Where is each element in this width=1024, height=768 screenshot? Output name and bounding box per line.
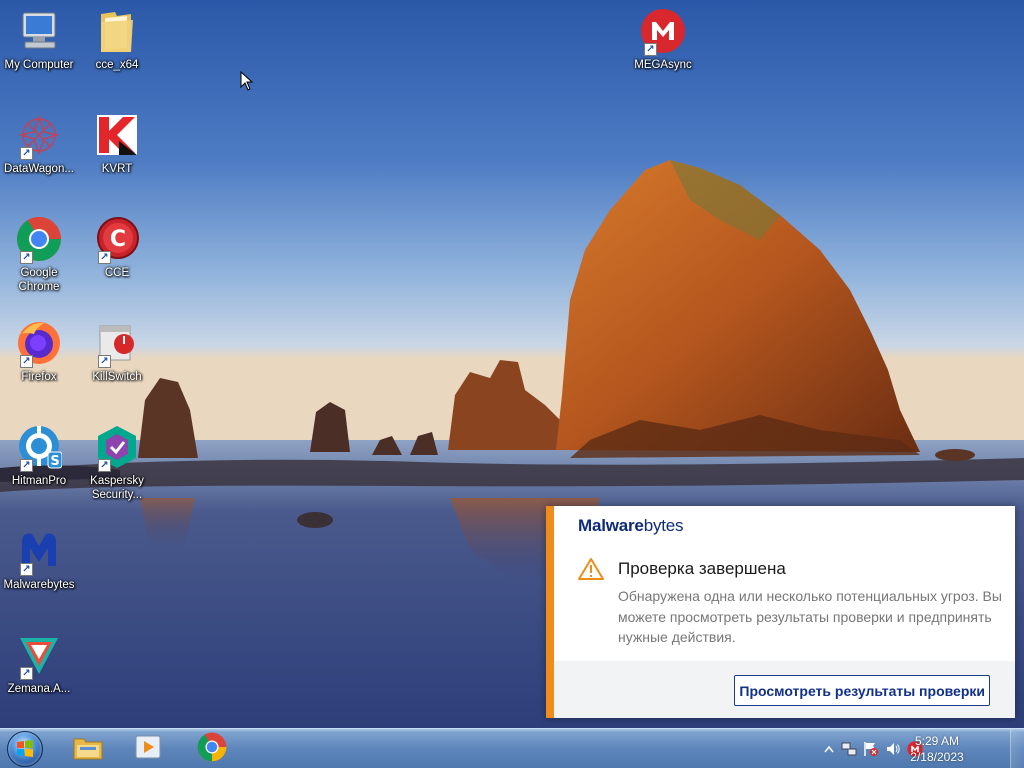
desktop-icon-megasync[interactable]: ↗ MEGAsync [624,6,702,72]
kaspersky-icon: ↗ [92,422,142,472]
desktop-icon-firefox[interactable]: ↗ Firefox [0,318,78,384]
desktop-icon-datawagon[interactable]: ↗ DataWagon... [0,110,78,176]
windows-logo-icon [7,731,43,767]
malwarebytes-notification: Malwarebytes Проверка завершена Обнаруже… [546,506,1015,718]
warning-icon [578,557,604,581]
notification-footer: Просмотреть результаты проверки [554,661,1015,718]
shortcut-arrow-icon: ↗ [98,251,111,264]
media-player-icon [133,733,163,765]
desktop-icon-kvrt[interactable]: KVRT [78,110,156,176]
desktop-icon-malwarebytes[interactable]: ↗ Malwarebytes [0,526,78,592]
svg-text:S: S [50,454,59,469]
show-hidden-icons-arrow[interactable] [820,740,838,758]
folder-icon [92,6,142,56]
action-center-flag-icon[interactable] [862,740,880,758]
shortcut-arrow-icon: ↗ [20,251,33,264]
mouse-pointer-icon [240,70,254,95]
shortcut-arrow-icon: ↗ [20,563,33,576]
shortcut-arrow-icon: ↗ [644,43,657,56]
show-desktop-button[interactable] [1010,729,1024,768]
network-icon[interactable] [840,740,858,758]
notification-title: Проверка завершена [618,559,786,578]
cce-icon: C ↗ [92,214,142,264]
datawagon-icon: ↗ [14,110,64,160]
shortcut-arrow-icon: ↗ [98,355,111,368]
desktop-icon-hitmanpro[interactable]: S ↗ HitmanPro [0,422,78,488]
desktop-icon-zemana[interactable]: ↗ Zemana.A... [0,630,78,696]
view-scan-results-button[interactable]: Просмотреть результаты проверки [734,675,990,706]
computer-icon [14,6,64,56]
taskbar-explorer-button[interactable] [62,731,114,767]
explorer-folder-icon [72,733,104,765]
clock-date: 2/18/2023 [910,750,964,764]
shortcut-arrow-icon: ↗ [98,459,111,472]
notification-message: Обнаружена одна или несколько потенциаль… [618,588,1002,645]
firefox-icon: ↗ [14,318,64,368]
clock-time: 5:29 AM [914,734,960,748]
hitmanpro-icon: S ↗ [14,422,64,472]
kvrt-icon [92,110,142,160]
chrome-icon: ↗ [14,214,64,264]
malwarebytes-icon: ↗ [14,526,64,576]
megasync-icon: ↗ [638,6,688,56]
desktop-icon-my-computer[interactable]: My Computer [0,6,78,72]
chrome-icon [197,732,227,766]
taskbar-clock[interactable]: 5:29 AM 2/18/2023 [907,733,967,765]
start-button[interactable] [5,730,45,768]
desktop-icon-google-chrome[interactable]: ↗ Google Chrome [0,214,78,294]
shortcut-arrow-icon: ↗ [20,147,33,160]
malwarebytes-logo: Malwarebytes [578,516,684,535]
system-tray: 5:29 AM 2/18/2023 [814,729,1024,768]
taskbar-chrome-button[interactable] [186,731,238,767]
shortcut-arrow-icon: ↗ [20,667,33,680]
shortcut-arrow-icon: ↗ [20,355,33,368]
desktop-icon-cce[interactable]: C ↗ CCE [78,214,156,280]
shortcut-arrow-icon: ↗ [20,459,33,472]
taskbar: 5:29 AM 2/18/2023 [0,728,1024,768]
desktop-icon-killswitch[interactable]: ↗ KillSwitch [78,318,156,384]
desktop-icon-kaspersky[interactable]: ↗ Kaspersky Security... [78,422,156,502]
svg-text:C: C [110,227,126,252]
killswitch-icon: ↗ [92,318,142,368]
taskbar-media-player-button[interactable] [122,731,174,767]
zemana-icon: ↗ [14,630,64,680]
desktop-icon-cce-x64[interactable]: cce_x64 [78,6,156,72]
volume-icon[interactable] [884,740,902,758]
